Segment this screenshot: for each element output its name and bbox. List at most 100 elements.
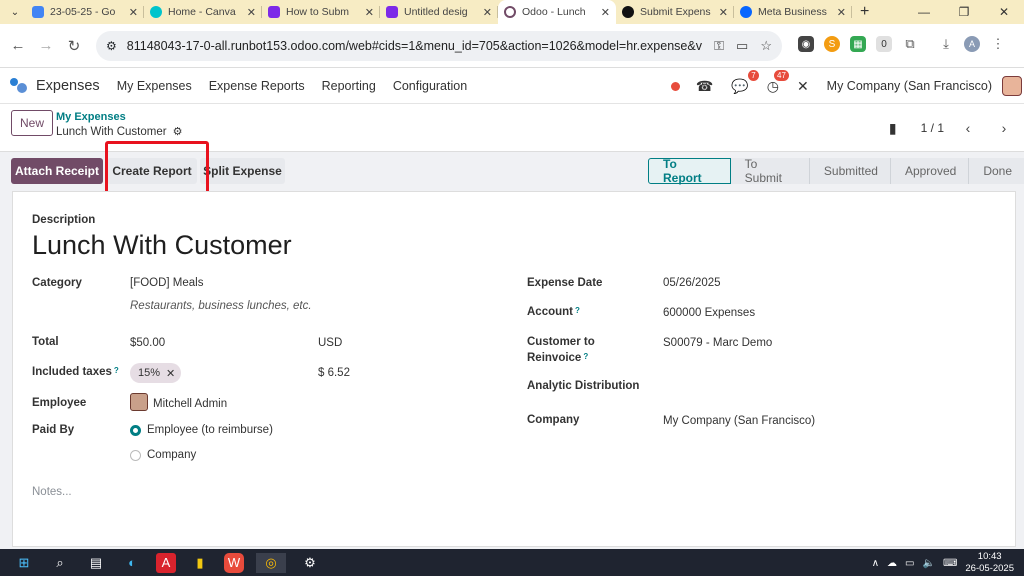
radio-company[interactable] xyxy=(130,450,141,461)
restore-icon[interactable]: ❐ xyxy=(944,5,984,19)
company-switcher[interactable]: My Company (San Francisco) xyxy=(827,79,992,93)
stage-done[interactable]: Done xyxy=(969,158,1024,184)
phone-icon[interactable]: ☎ xyxy=(696,78,713,95)
total-field[interactable]: $50.00 xyxy=(130,337,165,349)
attach-receipt-button[interactable]: Attach Receipt xyxy=(11,158,103,184)
expenses-app-icon[interactable] xyxy=(10,77,28,94)
menu-my-expenses[interactable]: My Expenses xyxy=(117,79,192,93)
close-icon[interactable]: ✕ xyxy=(129,6,138,19)
clock[interactable]: 10:43 26-05-2025 xyxy=(965,551,1014,575)
browser-tab[interactable]: Meta Business ✕ xyxy=(734,0,852,24)
employee-field[interactable]: Mitchell Admin xyxy=(153,398,227,410)
search-icon[interactable]: ⌕ xyxy=(48,553,72,573)
chevron-left-icon[interactable]: ‹ xyxy=(956,116,980,140)
power-bi-icon[interactable]: ▮ xyxy=(188,553,212,573)
battery-icon[interactable]: ▭ xyxy=(905,558,914,569)
onedrive-icon[interactable]: ☁ xyxy=(887,558,897,569)
task-view-icon[interactable]: ▤ xyxy=(84,553,108,573)
extension-icon[interactable]: S xyxy=(824,36,840,52)
menu-reporting[interactable]: Reporting xyxy=(322,79,376,93)
category-field[interactable]: [FOOD] Meals xyxy=(130,277,203,289)
back-icon[interactable]: ← xyxy=(4,37,32,54)
browser-menu-icon[interactable]: ⋮ xyxy=(990,36,1006,52)
stage-to-report[interactable]: To Report xyxy=(648,157,731,185)
close-icon[interactable]: ✕ xyxy=(365,6,374,19)
browser-tab[interactable]: Submit Expens ✕ xyxy=(616,0,734,24)
radio-employee[interactable] xyxy=(130,425,141,436)
settings-gear-icon[interactable]: ⚙ xyxy=(298,553,322,573)
browser-tab[interactable]: Home - Canva ✕ xyxy=(144,0,262,24)
expense-title[interactable]: Lunch With Customer xyxy=(32,230,292,261)
account-field[interactable]: 600000 Expenses xyxy=(663,307,755,319)
url-text[interactable]: 81148043-17-0-all.runbot153.odoo.com/web… xyxy=(127,39,702,53)
menu-expense-reports[interactable]: Expense Reports xyxy=(209,79,305,93)
browser-tab[interactable]: Untitled desig ✕ xyxy=(380,0,498,24)
company-field[interactable]: My Company (San Francisco) xyxy=(663,415,815,427)
pager-value[interactable]: 1 / 1 xyxy=(921,121,944,135)
chevron-right-icon[interactable]: › xyxy=(992,116,1016,140)
bookmark-icon[interactable]: ▮ xyxy=(889,120,897,137)
edge-icon[interactable]: ◐ xyxy=(120,553,144,573)
gear-icon[interactable]: ⚙ xyxy=(173,126,183,138)
help-icon[interactable]: ? xyxy=(583,352,588,361)
chrome-icon[interactable]: ◎ xyxy=(256,552,286,573)
debug-tools-icon[interactable]: ✕ xyxy=(797,78,809,95)
close-window-icon[interactable]: ✕ xyxy=(984,5,1024,19)
close-icon[interactable]: ✕ xyxy=(483,6,492,19)
wps-icon[interactable]: W xyxy=(224,552,244,573)
windows-start-icon[interactable]: ⊞ xyxy=(12,553,36,573)
browser-tab-active[interactable]: Odoo - Lunch ✕ xyxy=(498,0,616,24)
password-key-icon[interactable]: ⚿ xyxy=(714,38,724,54)
help-icon[interactable]: ? xyxy=(575,306,580,315)
help-icon[interactable]: ? xyxy=(114,366,119,375)
site-settings-icon[interactable]: ⚙ xyxy=(106,39,117,53)
menu-configuration[interactable]: Configuration xyxy=(393,79,467,93)
account-label: Account? xyxy=(527,306,580,318)
address-bar[interactable]: ⚙ 81148043-17-0-all.runbot153.odoo.com/w… xyxy=(96,31,782,61)
tax-tag-label: 15% xyxy=(138,367,161,379)
activities-clock-icon[interactable]: ◷ 47 xyxy=(767,69,789,95)
user-avatar[interactable] xyxy=(1002,76,1022,96)
new-tab-icon[interactable]: + xyxy=(860,3,869,21)
forward-icon[interactable]: → xyxy=(32,37,60,54)
cast-icon[interactable]: ▭ xyxy=(736,38,748,54)
minimize-icon[interactable]: — xyxy=(904,5,944,19)
chevron-up-icon[interactable]: ∧ xyxy=(872,558,879,569)
messages-icon[interactable]: 💬 7 xyxy=(731,69,759,95)
stage-submitted[interactable]: Submitted xyxy=(809,158,891,184)
recording-dot-icon[interactable] xyxy=(670,81,680,91)
download-icon[interactable]: ⤓ xyxy=(938,36,954,52)
split-expense-button[interactable]: Split Expense xyxy=(200,158,285,184)
close-icon[interactable]: ✕ xyxy=(837,6,846,19)
notes-field[interactable]: Notes... xyxy=(32,486,72,498)
customer-reinvoice-field[interactable]: S00079 - Marc Demo xyxy=(663,337,772,349)
extension-badge-icon[interactable]: 0 xyxy=(876,36,892,52)
acrobat-icon[interactable]: A xyxy=(156,552,176,573)
browser-tab[interactable]: How to Subm ✕ xyxy=(262,0,380,24)
browser-tab[interactable]: 23-05-25 - Go ✕ xyxy=(26,0,144,24)
customer-reinvoice-label-line1: Customer to xyxy=(527,336,595,348)
volume-icon[interactable]: 🔈 xyxy=(923,558,935,569)
currency-field[interactable]: USD xyxy=(318,337,342,349)
app-name[interactable]: Expenses xyxy=(36,78,100,94)
profile-avatar[interactable]: A xyxy=(964,36,980,52)
tax-tag[interactable]: 15% ✕ xyxy=(130,363,182,383)
breadcrumb-parent[interactable]: My Expenses xyxy=(56,111,126,123)
bookmark-star-icon[interactable]: ☆ xyxy=(760,38,772,54)
close-icon[interactable]: ✕ xyxy=(601,6,610,19)
tab-search-icon[interactable]: ⌄ xyxy=(4,1,26,23)
remove-tag-icon[interactable]: ✕ xyxy=(166,367,175,380)
stage-to-submit[interactable]: To Submit xyxy=(730,157,810,185)
paid-by-company-label[interactable]: Company xyxy=(147,449,196,461)
reload-icon[interactable]: ↻ xyxy=(60,37,88,55)
paid-by-employee-label[interactable]: Employee (to reimburse) xyxy=(147,424,273,436)
stage-approved[interactable]: Approved xyxy=(890,158,970,184)
keyboard-icon[interactable]: ⌨ xyxy=(943,558,957,569)
sheets-extension-icon[interactable]: ▦ xyxy=(850,36,866,52)
puzzle-icon[interactable]: ⧉ xyxy=(902,36,918,52)
close-icon[interactable]: ✕ xyxy=(719,6,728,19)
robot-extension-icon[interactable]: ◉ xyxy=(798,36,814,52)
close-icon[interactable]: ✕ xyxy=(247,6,256,19)
new-button[interactable]: New xyxy=(11,110,53,136)
expense-date-field[interactable]: 05/26/2025 xyxy=(663,277,721,289)
